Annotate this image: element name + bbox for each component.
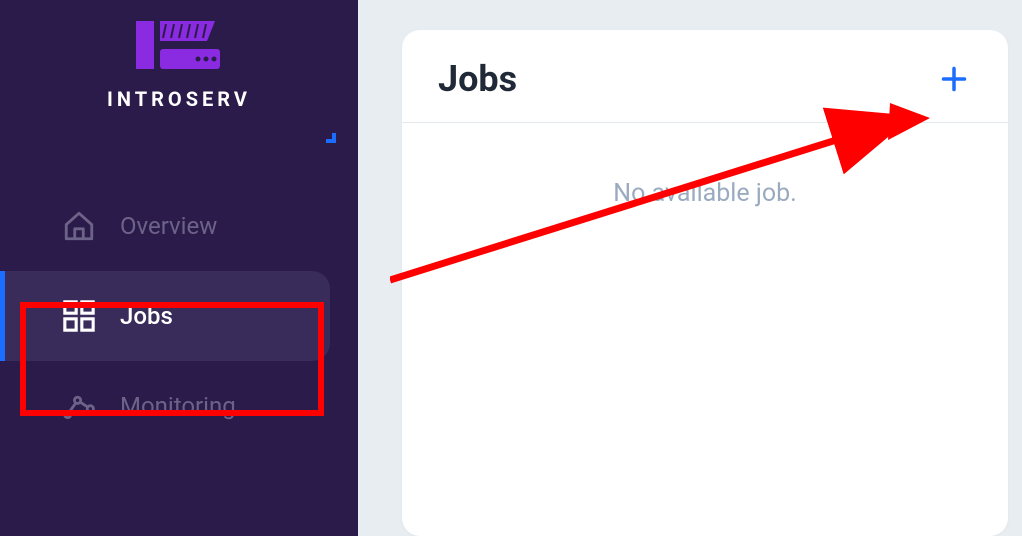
plus-icon: [940, 65, 968, 93]
brand-logo-section: INTROSERV: [0, 0, 358, 111]
sidebar-item-monitoring[interactable]: Monitoring: [0, 361, 358, 451]
monitoring-icon: [62, 389, 96, 423]
sidebar-item-overview[interactable]: Overview: [0, 181, 358, 271]
sidebar-item-label: Jobs: [120, 302, 173, 330]
jobs-card: Jobs No available job.: [402, 30, 1008, 536]
sidebar-item-label: Overview: [120, 212, 217, 240]
sidebar-item-label: Monitoring: [120, 392, 236, 420]
brand-logo-icon: [130, 15, 228, 79]
sidebar-nav: Overview Jobs: [0, 181, 358, 451]
collapse-sidebar-icon[interactable]: [326, 132, 340, 146]
brand-name: INTROSERV: [0, 87, 358, 111]
sidebar: INTROSERV Overview: [0, 0, 358, 536]
card-body: No available job.: [402, 123, 1008, 264]
empty-state-message: No available job.: [402, 179, 1008, 208]
home-icon: [62, 209, 96, 243]
sidebar-item-jobs[interactable]: Jobs: [0, 271, 330, 361]
main-content: Jobs No available job.: [358, 0, 1022, 536]
grid-icon: [62, 299, 96, 333]
add-job-button[interactable]: [936, 61, 972, 97]
card-header: Jobs: [402, 30, 1008, 123]
page-title: Jobs: [438, 58, 517, 100]
